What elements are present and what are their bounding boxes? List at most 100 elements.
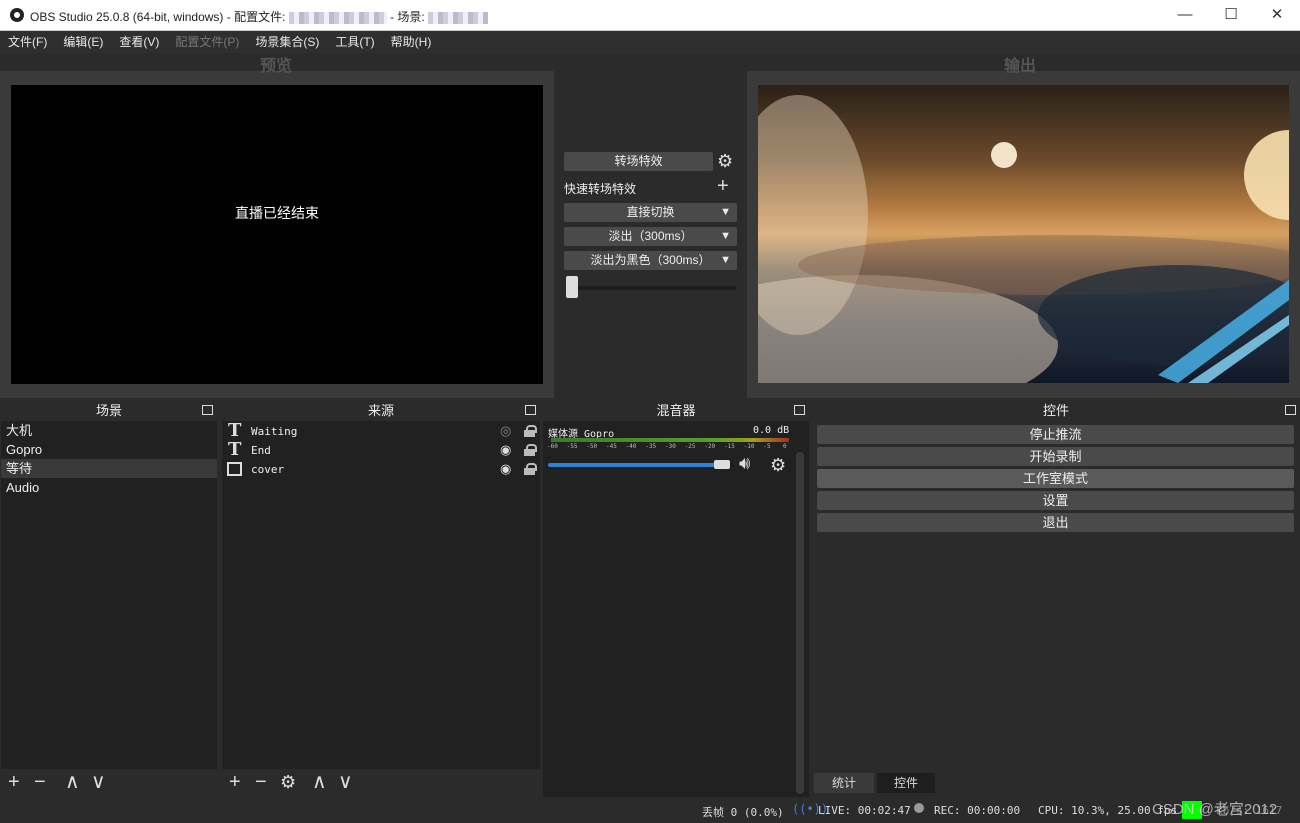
source-item[interactable]: T Waiting ◎ xyxy=(224,422,540,441)
close-button[interactable]: ✕ xyxy=(1254,0,1300,31)
tab-controls[interactable]: 控件 xyxy=(877,773,935,793)
title-text: OBS Studio 25.0.8 (64-bit, windows) - 配置… xyxy=(30,10,289,24)
scenes-title: 场景 xyxy=(95,403,122,418)
watermark-text: CSDN @老宫2012 xyxy=(1152,801,1278,818)
transition-slider-handle[interactable] xyxy=(566,276,578,298)
meter-tick-label: -25 xyxy=(684,443,696,450)
combo-label: 淡出（300ms） xyxy=(608,229,693,243)
mixer-dock: 混音器 媒体源 Gopro 0.0 dB -60 -55 -50 -45 -40 -35-… xyxy=(543,400,809,797)
maximize-button[interactable]: ☐ xyxy=(1208,0,1254,31)
lock-icon[interactable] xyxy=(524,444,537,456)
settings-button[interactable]: 设置 xyxy=(817,491,1294,510)
meter-tick-label: -50 xyxy=(586,443,598,450)
meter-tick-label: -55 xyxy=(566,443,578,450)
eye-icon[interactable]: ◉ xyxy=(500,461,511,477)
source-name: Waiting xyxy=(251,425,298,438)
preview-canvas[interactable]: 直播已经结束 xyxy=(11,85,543,384)
rec-dot-icon xyxy=(914,803,924,813)
transition-fade-black-select[interactable]: 淡出为黑色（300ms） ▼ xyxy=(564,251,737,270)
add-source-icon[interactable]: + xyxy=(229,772,241,792)
quick-transition-label: 快速转场特效 xyxy=(564,182,637,196)
dropped-frames: 丢帧 0 (0.0%) xyxy=(702,806,784,819)
chevron-down-icon: ▼ xyxy=(720,230,731,242)
title-scene-label: - 场景: xyxy=(386,10,429,24)
undock-icon[interactable] xyxy=(1285,405,1296,415)
lock-icon[interactable] xyxy=(524,425,537,437)
speaker-icon[interactable]: 🔊︎ xyxy=(739,453,750,474)
stop-streaming-button[interactable]: 停止推流 xyxy=(817,425,1294,444)
meter-tick-label: -5 xyxy=(763,443,771,450)
menu-view[interactable]: 查看(V) xyxy=(111,31,167,53)
scene-item[interactable]: Gopro xyxy=(1,440,217,459)
scenes-dock: 场景 大机 Gopro 等待 Audio + − ∧ ∨ xyxy=(1,400,217,797)
scene-item[interactable]: Audio xyxy=(1,478,217,497)
mixer-header: 混音器 xyxy=(543,400,809,421)
controls-header: 控件 xyxy=(812,400,1300,421)
meter-tick-label: -30 xyxy=(665,443,676,450)
meter-tick-label: -35 xyxy=(645,443,657,450)
remove-scene-icon[interactable]: − xyxy=(34,772,46,792)
combo-label: 淡出为黑色（300ms） xyxy=(590,253,711,267)
start-recording-button[interactable]: 开始录制 xyxy=(817,447,1294,466)
eye-icon[interactable]: ◉ xyxy=(500,442,511,458)
image-icon xyxy=(227,462,242,476)
transition-gear-icon[interactable]: ⚙ xyxy=(717,151,733,171)
meter-scale: -60 -55 -50 -45 -40 -35 -30 -25 -20 -15 -10 -5 0 xyxy=(547,443,793,453)
scenes-list: 大机 Gopro 等待 Audio xyxy=(1,421,217,497)
chevron-down-icon: ▼ xyxy=(720,254,731,266)
meter-tick-label: -60 xyxy=(547,443,558,450)
move-up-icon[interactable]: ∧ xyxy=(65,772,80,792)
eye-hidden-icon[interactable]: ◎ xyxy=(500,423,511,439)
exit-button[interactable]: 退出 xyxy=(817,513,1294,532)
menu-bar: 文件(F) 编辑(E) 查看(V) 配置文件(P) 场景集合(S) 工具(T) 帮助(H) xyxy=(0,31,1300,53)
transition-slider-track[interactable] xyxy=(566,286,736,290)
volume-slider[interactable] xyxy=(548,460,734,469)
menu-help[interactable]: 帮助(H) xyxy=(383,31,440,53)
blurred-scene-name xyxy=(428,11,489,24)
transition-fade-select[interactable]: 淡出（300ms） ▼ xyxy=(564,227,737,246)
undock-icon[interactable] xyxy=(794,405,805,415)
preview-message: 直播已经结束 xyxy=(235,205,319,221)
source-item[interactable]: T End ◉ xyxy=(224,441,540,460)
minimize-button[interactable]: — xyxy=(1162,0,1208,31)
menu-file[interactable]: 文件(F) xyxy=(0,31,55,53)
source-properties-gear-icon[interactable]: ⚙ xyxy=(280,772,296,792)
combo-label: 直接切换 xyxy=(626,205,675,219)
source-name: End xyxy=(251,444,271,457)
transition-effect-button[interactable]: 转场特效 xyxy=(564,152,713,171)
volume-handle[interactable] xyxy=(714,460,731,469)
remove-source-icon[interactable]: − xyxy=(255,772,267,792)
menu-edit[interactable]: 编辑(E) xyxy=(55,31,111,53)
meter-tick-label: -20 xyxy=(704,443,716,450)
meter-tick-label: 0 xyxy=(783,443,787,450)
sources-header: 来源 xyxy=(222,400,540,421)
undock-icon[interactable] xyxy=(202,405,213,415)
mixer-scrollbar[interactable] xyxy=(796,452,804,794)
source-item[interactable]: cover ◉ xyxy=(224,460,540,479)
menu-tools[interactable]: 工具(T) xyxy=(327,31,382,53)
blurred-name xyxy=(348,11,387,24)
move-up-icon[interactable]: ∧ xyxy=(312,772,327,792)
move-down-icon[interactable]: ∨ xyxy=(338,772,353,792)
lock-icon[interactable] xyxy=(524,463,537,475)
studio-mode-button[interactable]: 工作室模式 xyxy=(817,469,1294,488)
preview-label: 预览 xyxy=(260,56,293,75)
text-icon: T xyxy=(228,420,242,441)
obs-logo-icon xyxy=(10,8,24,22)
scene-item-selected[interactable]: 等待 xyxy=(1,459,217,478)
quick-transition-add-icon[interactable]: + xyxy=(717,175,729,198)
source-name: cover xyxy=(251,463,285,476)
menu-profile[interactable]: 配置文件(P) xyxy=(167,31,247,53)
menu-scene-collection[interactable]: 场景集合(S) xyxy=(247,31,327,53)
transition-cut-select[interactable]: 直接切换 ▼ xyxy=(564,203,737,222)
mixer-title: 混音器 xyxy=(656,403,696,418)
sources-toolbar: + − ⚙ ∧ ∨ xyxy=(222,769,540,797)
undock-icon[interactable] xyxy=(525,405,536,415)
meter-tick-label: -10 xyxy=(743,443,755,450)
tab-stats[interactable]: 统计 xyxy=(814,773,874,793)
scenes-toolbar: + − ∧ ∨ xyxy=(1,769,217,797)
add-scene-icon[interactable]: + xyxy=(8,772,20,792)
scene-item[interactable]: 大机 xyxy=(1,421,217,440)
mixer-gear-icon[interactable]: ⚙ xyxy=(770,455,786,476)
move-down-icon[interactable]: ∨ xyxy=(91,772,106,792)
